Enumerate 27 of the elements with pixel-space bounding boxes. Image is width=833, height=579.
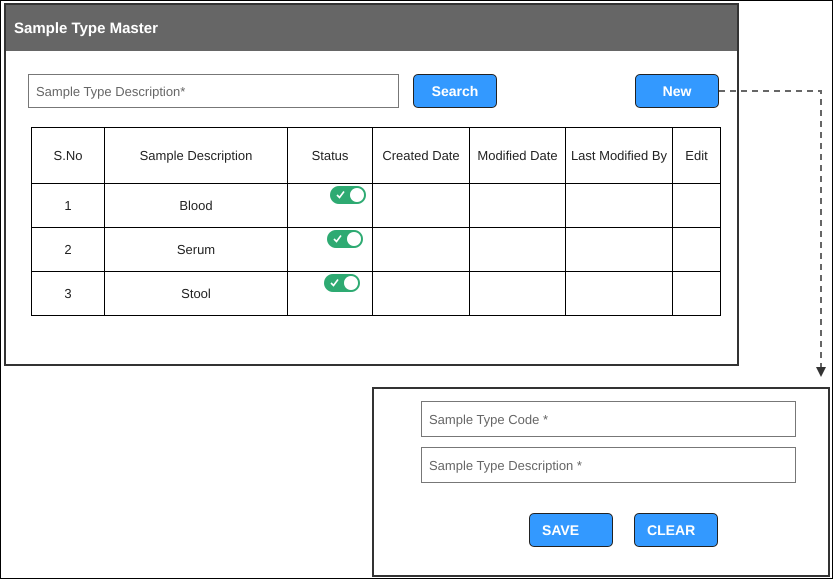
column-header: Created Date xyxy=(382,148,460,163)
status-toggle[interactable] xyxy=(327,230,363,248)
table-cell: Blood xyxy=(179,198,213,213)
column-header: Status xyxy=(312,148,348,163)
table-cell: 3 xyxy=(64,286,72,301)
search-field[interactable]: Sample Type Description* xyxy=(28,74,399,108)
input-field[interactable]: Sample Type Code * xyxy=(421,401,796,437)
status-toggle[interactable] xyxy=(324,274,360,292)
table-cell: 1 xyxy=(64,198,72,213)
input-field[interactable]: Sample Type Description * xyxy=(421,447,796,483)
column-header: Last Modified By xyxy=(570,148,668,163)
status-toggle[interactable] xyxy=(330,186,366,204)
table-cell: 2 xyxy=(64,242,72,257)
column-header: Edit xyxy=(685,148,708,163)
panel-title: Sample Type Master xyxy=(14,20,158,36)
check-icon xyxy=(330,278,339,287)
new-button[interactable]: New xyxy=(635,74,719,108)
table-cell: Serum xyxy=(176,242,216,257)
check-icon xyxy=(336,190,345,199)
save-button[interactable]: SAVE xyxy=(529,513,613,547)
clear-button[interactable]: CLEAR xyxy=(634,513,718,547)
column-header: Sample Description xyxy=(140,148,252,163)
column-header: Modified Date xyxy=(477,148,558,163)
search-button[interactable]: Search xyxy=(413,74,497,108)
table-cell: Stool xyxy=(181,286,211,301)
check-icon xyxy=(333,234,342,243)
column-header: S.No xyxy=(54,148,82,163)
